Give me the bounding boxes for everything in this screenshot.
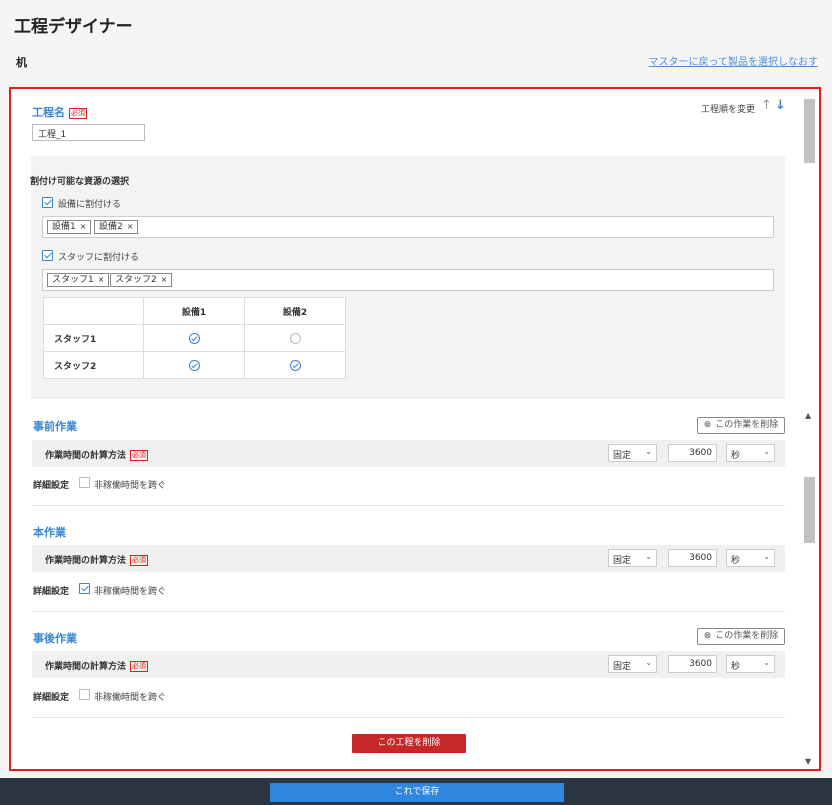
assign-staff-label: スタッフに割付ける bbox=[58, 253, 140, 263]
delete-process-button[interactable]: この工程を削除 bbox=[352, 734, 466, 753]
page-title: 工程デザイナー bbox=[14, 17, 133, 37]
chip-label: スタッフ2 bbox=[115, 275, 157, 285]
detail-settings-label: 詳細設定 bbox=[33, 587, 70, 597]
calc-method-row: 作業時間の計算方法 必須 固定 ⌄ 3600 秒 ⌄ bbox=[32, 545, 785, 572]
assign-equipment-label: 設備に割付ける bbox=[58, 200, 122, 210]
calc-method-row: 作業時間の計算方法 必須 固定 ⌄ 3600 秒 ⌄ bbox=[32, 440, 785, 467]
chip-remove-icon[interactable]: × bbox=[80, 222, 87, 231]
calc-method-select[interactable]: 固定 ⌄ bbox=[608, 549, 657, 567]
work-time-input[interactable]: 3600 bbox=[668, 444, 717, 462]
delete-circle-icon: ⊗ bbox=[703, 420, 712, 430]
skip-downtime-label: 非稼働時間を跨ぐ bbox=[94, 481, 167, 491]
time-unit-select[interactable]: 秒 ⌄ bbox=[726, 444, 775, 462]
assignment-toggle-icon[interactable] bbox=[289, 332, 301, 344]
required-badge: 必須 bbox=[130, 555, 149, 566]
chip-label: スタッフ1 bbox=[52, 275, 94, 285]
required-badge: 必須 bbox=[130, 661, 149, 672]
matrix-corner bbox=[43, 297, 144, 325]
scrollbar-thumb[interactable] bbox=[804, 99, 815, 163]
skip-downtime-label: 非稼働時間を跨ぐ bbox=[94, 693, 167, 703]
page-scrollbar[interactable]: ▲ ▼ bbox=[801, 409, 819, 769]
chip-label: 設備2 bbox=[99, 222, 123, 232]
matrix-column-header: 設備2 bbox=[244, 297, 346, 325]
staff-chip[interactable]: スタッフ1 × bbox=[47, 273, 110, 287]
calc-method-label: 作業時間の計算方法 必須 bbox=[45, 661, 149, 672]
delete-work-button[interactable]: ⊗ この作業を削除 bbox=[697, 628, 785, 645]
move-down-arrow-icon[interactable]: ↓ bbox=[775, 98, 786, 113]
process-name-label: 工程名 bbox=[32, 106, 65, 119]
matrix-row-header: スタッフ1 bbox=[43, 324, 144, 352]
scrollbar-thumb[interactable] bbox=[804, 477, 815, 543]
process-editor-content: 工程名 必須 工程_1 工程順を変更 ↑ ↓ 割付け可能な資源の選択 設備に割付け… bbox=[11, 89, 801, 769]
detail-settings-label: 詳細設定 bbox=[33, 481, 70, 491]
inner-scrollbar[interactable] bbox=[801, 89, 819, 409]
skip-downtime-checkbox[interactable] bbox=[79, 689, 90, 700]
resource-assignment-box: 割付け可能な資源の選択 設備に割付ける 設備1 × 設備2 × スタッフに割付ける … bbox=[30, 156, 785, 399]
divider bbox=[32, 505, 785, 506]
delete-circle-icon: ⊗ bbox=[703, 631, 712, 641]
calc-method-label: 作業時間の計算方法 必須 bbox=[45, 555, 149, 566]
skip-downtime-label: 非稼働時間を跨ぐ bbox=[94, 587, 167, 597]
work-time-input[interactable]: 3600 bbox=[668, 549, 717, 567]
equipment-chip[interactable]: 設備2 × bbox=[94, 220, 139, 234]
skip-downtime-checkbox[interactable] bbox=[79, 583, 90, 594]
chip-remove-icon[interactable]: × bbox=[98, 275, 105, 284]
assignment-matrix: 設備1 設備2 スタッフ1 スタッフ2 bbox=[43, 297, 346, 379]
chevron-down-icon: ⌄ bbox=[763, 552, 770, 561]
back-to-master-link[interactable]: マスターに戻って製品を選択しなおす bbox=[649, 53, 819, 68]
staff-chip[interactable]: スタッフ2 × bbox=[110, 273, 173, 287]
staff-chip-field[interactable]: スタッフ1 × スタッフ2 × bbox=[42, 269, 774, 291]
chevron-down-icon: ⌄ bbox=[763, 447, 770, 456]
delete-work-label: この作業を削除 bbox=[715, 631, 779, 641]
delete-work-button[interactable]: ⊗ この作業を削除 bbox=[697, 417, 785, 434]
chevron-down-icon: ⌄ bbox=[763, 658, 770, 667]
divider bbox=[32, 717, 785, 718]
calc-method-select[interactable]: 固定 ⌄ bbox=[608, 655, 657, 673]
footer-bar: これで保存 bbox=[0, 778, 832, 805]
time-unit-select[interactable]: 秒 ⌄ bbox=[726, 549, 775, 567]
scroll-down-icon[interactable]: ▼ bbox=[805, 757, 811, 766]
scroll-up-icon[interactable]: ▲ bbox=[805, 411, 811, 420]
matrix-column-header: 設備1 bbox=[143, 297, 245, 325]
time-unit-select[interactable]: 秒 ⌄ bbox=[726, 655, 775, 673]
assignment-toggle-icon[interactable] bbox=[188, 332, 200, 344]
required-badge: 必須 bbox=[69, 107, 87, 119]
assign-equipment-checkbox[interactable] bbox=[42, 197, 53, 208]
work-title: 事前作業 bbox=[33, 420, 77, 433]
assign-staff-checkbox[interactable] bbox=[42, 250, 53, 261]
resource-assignment-title: 割付け可能な資源の選択 bbox=[30, 177, 130, 187]
equipment-chip-field[interactable]: 設備1 × 設備2 × bbox=[42, 216, 774, 238]
process-name-input[interactable]: 工程_1 bbox=[32, 124, 145, 141]
process-editor-panel: 工程名 必須 工程_1 工程順を変更 ↑ ↓ 割付け可能な資源の選択 設備に割付け… bbox=[9, 87, 821, 771]
detail-settings-label: 詳細設定 bbox=[33, 693, 70, 703]
required-badge: 必須 bbox=[130, 450, 149, 461]
chevron-down-icon: ⌄ bbox=[645, 658, 652, 667]
chip-label: 設備1 bbox=[52, 222, 76, 232]
calc-method-select[interactable]: 固定 ⌄ bbox=[608, 444, 657, 462]
process-order-label: 工程順を変更 bbox=[700, 105, 755, 115]
process-name-heading: 工程名 必須 bbox=[32, 104, 87, 120]
chip-remove-icon[interactable]: × bbox=[127, 222, 134, 231]
product-name: 机 bbox=[16, 56, 27, 69]
work-title: 本作業 bbox=[33, 526, 66, 539]
save-button[interactable]: これで保存 bbox=[270, 783, 564, 802]
equipment-chip[interactable]: 設備1 × bbox=[47, 220, 92, 234]
assignment-toggle-icon[interactable] bbox=[289, 359, 301, 371]
work-title: 事後作業 bbox=[33, 632, 77, 645]
calc-method-row: 作業時間の計算方法 必須 固定 ⌄ 3600 秒 ⌄ bbox=[32, 651, 785, 678]
skip-downtime-checkbox[interactable] bbox=[79, 477, 90, 488]
delete-work-label: この作業を削除 bbox=[715, 420, 779, 430]
matrix-row-header: スタッフ2 bbox=[43, 351, 144, 379]
chevron-down-icon: ⌄ bbox=[645, 447, 652, 456]
move-up-arrow-icon[interactable]: ↑ bbox=[761, 98, 772, 113]
chevron-down-icon: ⌄ bbox=[645, 552, 652, 561]
work-time-input[interactable]: 3600 bbox=[668, 655, 717, 673]
calc-method-label: 作業時間の計算方法 必須 bbox=[45, 450, 149, 461]
chip-remove-icon[interactable]: × bbox=[161, 275, 168, 284]
assignment-toggle-icon[interactable] bbox=[188, 359, 200, 371]
divider bbox=[32, 611, 785, 612]
